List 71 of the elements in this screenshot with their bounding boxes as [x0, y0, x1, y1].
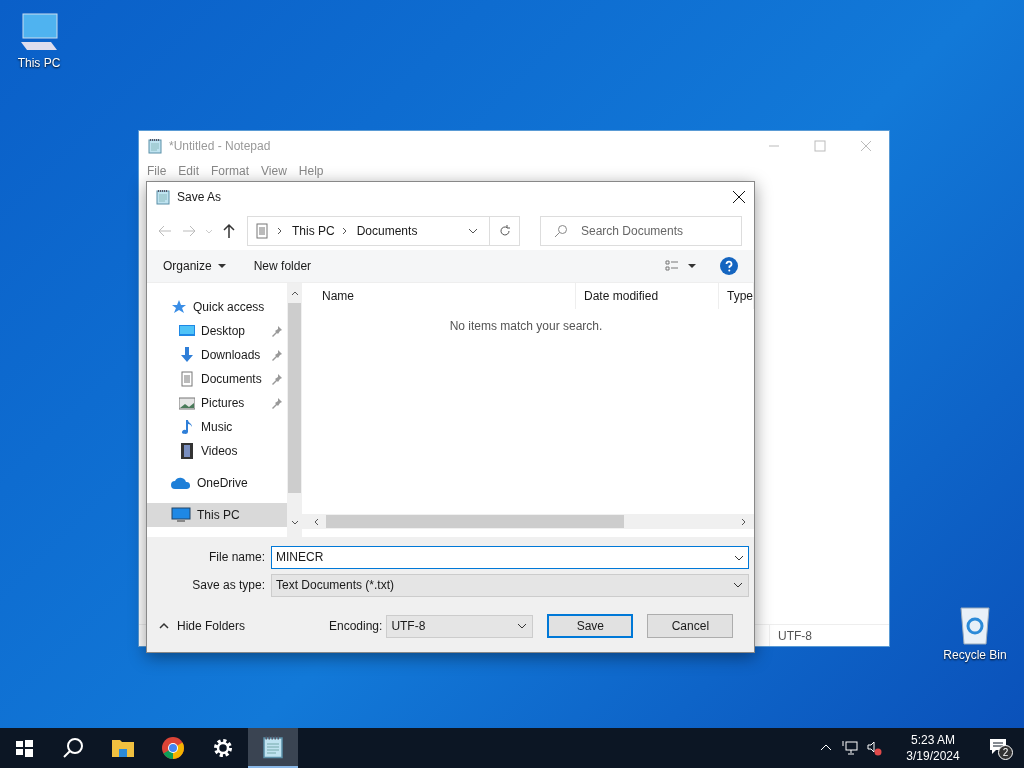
desktop-icon — [179, 323, 195, 339]
clock-date[interactable]: 3/19/2024 — [906, 748, 960, 764]
field-label: Encoding: — [329, 618, 383, 635]
caret-icon[interactable] — [688, 262, 696, 270]
caret-icon — [217, 262, 226, 270]
file-type-dropdown[interactable]: Text Documents (*.txt) — [271, 573, 749, 597]
music-note-icon — [179, 419, 195, 435]
notepad-icon — [147, 138, 163, 154]
menu-item[interactable]: Format — [211, 162, 250, 180]
search-field[interactable]: Search Documents — [540, 216, 742, 246]
notepad-taskbar-icon[interactable] — [261, 735, 285, 759]
chevron-icon — [340, 227, 349, 235]
encoding-dropdown[interactable]: UTF-8 — [386, 614, 534, 638]
column-header[interactable]: Name — [302, 283, 577, 309]
address-bar[interactable]: This PC Documents — [247, 216, 520, 246]
organize-menu[interactable]: Organize — [163, 257, 226, 275]
star-icon — [171, 299, 187, 315]
muted-speaker-icon[interactable] — [866, 740, 882, 756]
notepad-icon — [261, 735, 285, 759]
field-label: Save as type: — [191, 577, 265, 594]
desktop-icon-label: Recycle Bin — [943, 647, 1007, 664]
nav-item[interactable]: Pictures — [147, 391, 287, 415]
browser-icon[interactable] — [161, 736, 185, 760]
nav-scrollbar[interactable] — [287, 283, 302, 537]
menu-item[interactable]: View — [261, 162, 287, 180]
column-header[interactable]: Date modified — [576, 283, 719, 309]
cancel-button[interactable]: Cancel — [647, 614, 734, 638]
network-icon[interactable] — [842, 740, 858, 756]
clock-time[interactable]: 5:23 AM — [911, 732, 955, 748]
menu-item[interactable]: File — [147, 162, 167, 180]
nav-item[interactable]: Music — [147, 415, 287, 439]
window-title: *Untitled - Notepad — [169, 138, 272, 155]
view-options-icon[interactable] — [664, 258, 680, 274]
document-icon — [179, 371, 195, 387]
help-icon[interactable] — [720, 257, 738, 275]
menu-item[interactable]: Edit — [178, 162, 200, 180]
nav-item[interactable]: Videos — [147, 439, 287, 463]
column-header[interactable]: Type — [719, 283, 754, 309]
nav-item[interactable]: Downloads — [147, 343, 287, 367]
settings-icon[interactable] — [211, 736, 235, 760]
caret-up-icon — [159, 621, 169, 631]
nav-item[interactable]: This PC — [147, 503, 287, 527]
menu-item[interactable]: Help — [298, 162, 324, 180]
new-folder-button[interactable]: New folder — [253, 257, 312, 275]
download-arrow-icon — [179, 347, 195, 363]
cloud-icon — [171, 475, 191, 491]
file-name-field[interactable]: MINECR — [271, 545, 749, 569]
field-label: File name: — [207, 549, 265, 566]
notepad-icon — [155, 189, 171, 205]
nav-item[interactable]: Documents — [147, 367, 287, 391]
chevron-icon — [276, 227, 284, 235]
horizontal-scrollbar[interactable] — [302, 514, 754, 529]
nav-item[interactable]: Quick access — [147, 295, 287, 319]
breadcrumb-item[interactable]: This PC — [292, 222, 335, 240]
empty-message: No items match your search. — [449, 318, 603, 335]
search-icon — [554, 224, 568, 238]
pictures-icon — [179, 395, 195, 411]
taskbar-button[interactable] — [248, 728, 298, 768]
hide-folders-button[interactable]: Hide Folders — [159, 617, 329, 635]
desktop-icon-label: This PC — [17, 55, 61, 72]
status-encoding: UTF-8 — [769, 625, 889, 646]
document-icon — [254, 223, 270, 239]
save-button[interactable]: Save — [547, 614, 634, 638]
nav-item[interactable]: Desktop — [147, 319, 287, 343]
monitor-icon — [171, 507, 191, 523]
film-icon — [179, 443, 195, 459]
notification-count: 2 — [998, 745, 1013, 760]
nav-item[interactable]: OneDrive — [147, 471, 287, 495]
dialog-title: Save As — [177, 189, 223, 206]
breadcrumb-item[interactable]: Documents — [356, 222, 418, 240]
search-icon[interactable] — [61, 736, 85, 760]
